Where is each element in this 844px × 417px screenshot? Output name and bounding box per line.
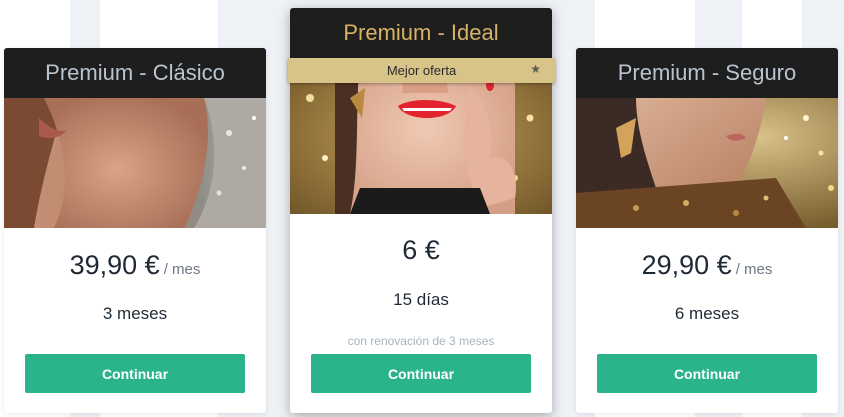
plan-card-seguro: Premium - Seguro 29,90 € / mes 6 meses C…: [576, 48, 838, 413]
plan-photo: [4, 98, 266, 228]
plan-header: Premium - Clásico: [4, 48, 266, 98]
continue-button[interactable]: Continuar: [311, 354, 531, 393]
price-row: 39,90 € / mes: [4, 250, 266, 281]
ribbon-label: Mejor oferta: [386, 63, 457, 78]
plan-duration: 15 días: [393, 290, 449, 309]
price-row: 29,90 € / mes: [576, 250, 838, 281]
plan-title: Premium - Clásico: [45, 60, 225, 85]
price: 6 €: [402, 235, 440, 265]
plan-duration: 3 meses: [102, 304, 168, 323]
star-icon: ★: [530, 62, 541, 76]
plan-card-clasico: Premium - Clásico 39,90 € / mes 3 meses C…: [4, 48, 266, 413]
best-offer-ribbon: Mejor oferta ★: [288, 58, 555, 83]
price: 39,90 €: [69, 250, 160, 280]
plan-title: Premium - Ideal: [343, 20, 499, 45]
plan-header: Premium - Ideal: [290, 8, 552, 58]
renewal-note: con renovación de 3 meses: [347, 334, 495, 348]
plan-duration: 6 meses: [674, 304, 740, 323]
price-period: / mes: [735, 261, 773, 278]
price-row: 6 €: [290, 235, 552, 266]
price-period: / mes: [163, 261, 201, 278]
price: 29,90 €: [641, 250, 732, 280]
plan-photo: [576, 98, 838, 228]
plan-header: Premium - Seguro: [576, 48, 838, 98]
continue-button[interactable]: Continuar: [597, 354, 817, 393]
plan-title: Premium - Seguro: [617, 60, 797, 85]
continue-button[interactable]: Continuar: [25, 354, 245, 393]
